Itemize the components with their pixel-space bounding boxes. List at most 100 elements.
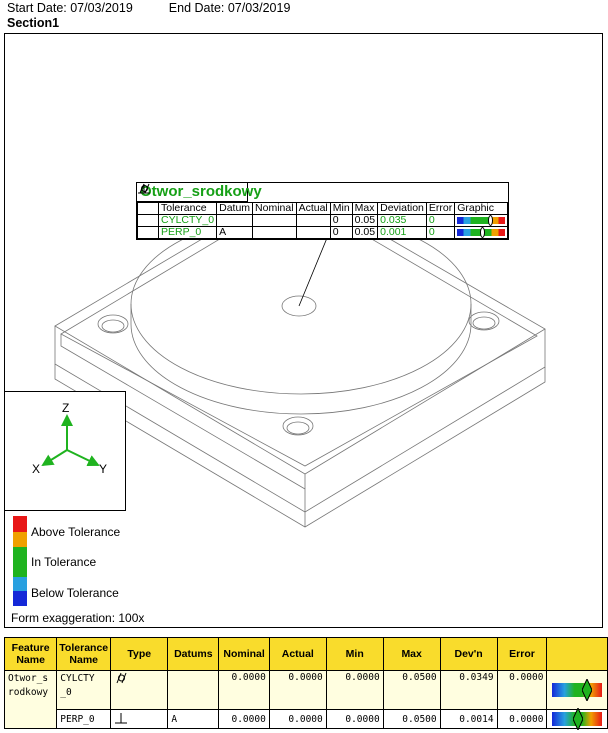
deviation-bar bbox=[457, 214, 506, 226]
col-graphic bbox=[546, 637, 608, 671]
callout-table: Tolerance Datum Nominal Actual Min Max D… bbox=[137, 183, 509, 239]
table-row: Otwor_s rodkowy CYLCTY _0 0.0000 0.0000 … bbox=[3, 670, 608, 729]
end-date: End Date: 07/03/2019 bbox=[168, 1, 291, 15]
cylinder-top bbox=[130, 213, 472, 395]
callout-datum bbox=[216, 214, 254, 227]
callout-nominal bbox=[252, 214, 297, 227]
callout-col: Error bbox=[425, 202, 456, 215]
axis-z-label: Z bbox=[62, 401, 69, 415]
axis-triad-graphic: Z X Y bbox=[32, 401, 107, 476]
graphic-cell bbox=[546, 670, 608, 710]
callout-tolerance: CYLCTY_0 bbox=[157, 214, 218, 227]
col-type: Type bbox=[110, 637, 169, 671]
callout-actual bbox=[295, 214, 331, 227]
callout-error: 0 bbox=[425, 226, 456, 239]
perpendicularity-icon bbox=[110, 709, 169, 729]
col-datums: Datums bbox=[167, 637, 220, 671]
feature-name-cell: Otwor_s rodkowy bbox=[3, 670, 58, 729]
col-devn: Dev'n bbox=[439, 637, 498, 671]
col-actual: Actual bbox=[268, 637, 327, 671]
deviation-marker bbox=[488, 214, 494, 226]
col-nominal: Nominal bbox=[218, 637, 270, 671]
form-exaggeration: Form exaggeration: 100x bbox=[11, 611, 145, 625]
col-error: Error bbox=[496, 637, 548, 671]
callout-deviation: 0.001 bbox=[377, 226, 427, 239]
callout-feature-name: Otwor_srodkowy bbox=[137, 183, 262, 202]
legend-swatch-lightblue bbox=[13, 577, 27, 591]
callout-header-row: Tolerance Datum Nominal Actual Min Max D… bbox=[137, 202, 509, 215]
callout-max: 0.05 bbox=[351, 226, 379, 239]
part-drawing bbox=[54, 183, 546, 528]
actual-cell: 0.0000 bbox=[268, 670, 327, 710]
callout-min: 0 bbox=[329, 214, 353, 227]
callout-col: Actual bbox=[295, 202, 331, 215]
devn-cell: 0.0014 bbox=[439, 709, 498, 729]
graphic-cell bbox=[546, 706, 608, 732]
report-header: Start Date: 07/03/2019 End Date: 07/03/20… bbox=[7, 1, 326, 15]
feature-callout[interactable]: Otwor_srodkowy Tolerance Datum Nominal A… bbox=[136, 182, 510, 240]
deviation-marker bbox=[479, 226, 485, 238]
deviation-bar bbox=[457, 226, 506, 238]
col-tolerance-name: Tolerance Name bbox=[56, 637, 112, 671]
callout-actual bbox=[295, 226, 331, 239]
callout-error: 0 bbox=[425, 214, 456, 227]
start-date: Start Date: 07/03/2019 bbox=[7, 1, 133, 15]
actual-cell: 0.0000 bbox=[268, 709, 327, 729]
nominal-cell: 0.0000 bbox=[218, 670, 270, 710]
min-cell: 0.0000 bbox=[325, 670, 384, 710]
callout-leader bbox=[298, 237, 328, 307]
callout-col: Tolerance bbox=[157, 202, 218, 215]
callout-max: 0.05 bbox=[351, 214, 379, 227]
section-title: Section1 bbox=[7, 16, 60, 30]
nominal-cell: 0.0000 bbox=[218, 709, 270, 729]
datums-cell: A bbox=[167, 709, 220, 729]
cylindricity-icon bbox=[137, 183, 159, 227]
callout-col: Min bbox=[329, 202, 353, 215]
callout-min: 0 bbox=[329, 226, 353, 239]
deviation-marker bbox=[581, 677, 593, 703]
tolerance-name-cell: CYLCTY _0 bbox=[56, 670, 112, 710]
legend-swatch-green bbox=[13, 547, 27, 577]
col-min: Min bbox=[325, 637, 384, 671]
callout-datum: A bbox=[216, 226, 254, 239]
error-cell: 0.0000 bbox=[496, 670, 548, 710]
axis-x-label: X bbox=[32, 462, 40, 476]
callout-col: Nominal bbox=[252, 202, 297, 215]
col-max: Max bbox=[382, 637, 441, 671]
axis-triad: Z X Y bbox=[5, 391, 126, 511]
callout-nominal bbox=[252, 226, 297, 239]
table-row: PERP_0 A 0.0000 0.0000 0.0000 0.0500 0.0… bbox=[5, 706, 608, 732]
callout-col: Graphic bbox=[454, 202, 509, 215]
callout-tolerance: PERP_0 bbox=[157, 226, 218, 239]
callout-col: Max bbox=[351, 202, 379, 215]
error-cell: 0.0000 bbox=[496, 709, 548, 729]
callout-row: CYLCTY_0 0 0.05 0.035 0 bbox=[137, 183, 509, 227]
perpendicularity-icon bbox=[137, 184, 159, 239]
callout-graphic bbox=[454, 214, 509, 227]
callout-deviation: 0.035 bbox=[377, 214, 427, 227]
col-feature-name: Feature Name bbox=[3, 637, 58, 671]
results-table: Feature Name Tolerance Name Type Datums … bbox=[3, 637, 608, 732]
callout-graphic bbox=[454, 226, 509, 239]
legend-swatch-blue bbox=[13, 591, 27, 606]
cad-viewport[interactable]: Otwor_srodkowy Tolerance Datum Nominal A… bbox=[4, 33, 603, 628]
max-cell: 0.0500 bbox=[382, 670, 441, 710]
deviation-marker bbox=[572, 706, 584, 732]
tolerance-name-cell: PERP_0 bbox=[56, 709, 112, 729]
legend-swatch-red bbox=[13, 516, 27, 532]
deviation-graphic bbox=[552, 677, 603, 703]
results-header-row: Feature Name Tolerance Name Type Datums … bbox=[3, 637, 608, 671]
min-cell: 0.0000 bbox=[325, 709, 384, 729]
legend-in-label: In Tolerance bbox=[31, 555, 97, 569]
cylindricity-icon bbox=[110, 670, 169, 710]
legend-above-label: Above Tolerance bbox=[31, 525, 121, 539]
max-cell: 0.0500 bbox=[382, 709, 441, 729]
callout-col: Deviation bbox=[377, 202, 427, 215]
callout-row: PERP_0 A 0 0.05 0.001 0 bbox=[137, 184, 509, 239]
devn-cell: 0.0349 bbox=[439, 670, 498, 710]
legend-swatch-orange bbox=[13, 532, 27, 547]
datums-cell bbox=[167, 670, 220, 710]
axis-y-label: Y bbox=[99, 462, 107, 476]
callout-col: Datum bbox=[216, 202, 254, 215]
legend-below-label: Below Tolerance bbox=[31, 586, 119, 600]
